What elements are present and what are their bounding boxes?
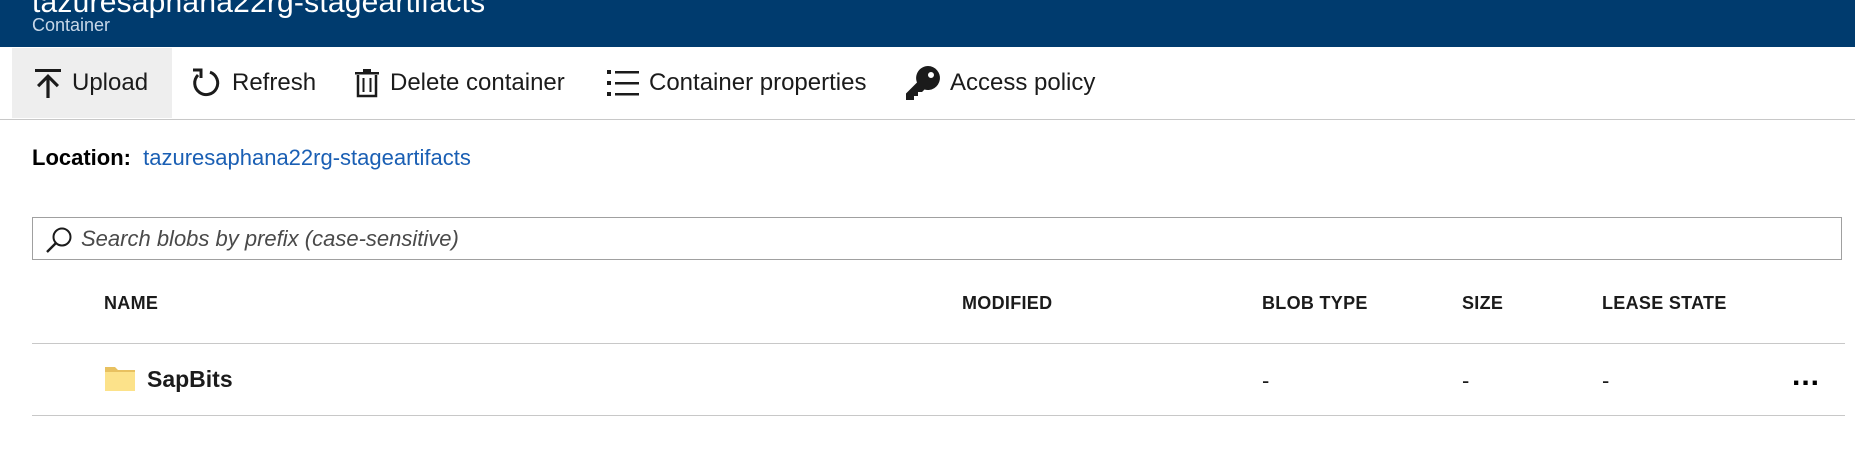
container-properties-button[interactable]: Container properties <box>607 48 866 118</box>
location-line: Location: tazuresaphana22rg-stageartifac… <box>32 145 471 171</box>
search-box[interactable] <box>32 217 1842 260</box>
column-header-lease-state[interactable]: LEASE STATE <box>1602 293 1727 314</box>
column-header-blob-type[interactable]: BLOB TYPE <box>1262 293 1368 314</box>
column-header-modified[interactable]: MODIFIED <box>962 293 1052 314</box>
size-cell: - <box>1462 368 1470 393</box>
blob-type-cell: - <box>1262 368 1270 393</box>
trash-icon <box>354 68 380 98</box>
blob-name[interactable]: SapBits <box>147 366 233 393</box>
search-input[interactable] <box>81 218 1821 259</box>
container-properties-label: Container properties <box>649 69 867 96</box>
upload-icon <box>34 67 62 99</box>
refresh-label: Refresh <box>232 69 317 96</box>
location-label: Location: <box>32 145 131 170</box>
blade-subtitle: Container <box>32 15 111 35</box>
location-link[interactable]: tazuresaphana22rg-stageartifacts <box>143 145 471 170</box>
upload-button[interactable]: Upload <box>12 48 172 118</box>
more-options-button[interactable]: ... <box>1792 359 1820 393</box>
key-icon <box>906 66 940 100</box>
blade-header: tazuresaphana22rg-stageartifacts Contain… <box>0 0 1855 47</box>
access-policy-label: Access policy <box>950 69 1096 96</box>
column-header-size[interactable]: SIZE <box>1462 293 1503 314</box>
access-policy-button[interactable]: Access policy <box>906 48 1095 118</box>
folder-icon <box>104 364 136 397</box>
row-divider <box>32 415 1845 416</box>
refresh-icon <box>190 67 222 99</box>
upload-label: Upload <box>72 69 149 96</box>
refresh-button[interactable]: Refresh <box>190 48 316 118</box>
list-icon <box>607 67 639 99</box>
header-divider <box>32 343 1845 344</box>
table-row[interactable]: SapBits - - - ... <box>32 345 1845 415</box>
lease-state-cell: - <box>1602 368 1610 393</box>
command-bar: Upload Refresh Delete container Containe… <box>0 47 1855 120</box>
delete-container-button[interactable]: Delete container <box>354 48 565 118</box>
column-header-name[interactable]: NAME <box>104 293 158 314</box>
delete-container-label: Delete container <box>390 69 565 96</box>
